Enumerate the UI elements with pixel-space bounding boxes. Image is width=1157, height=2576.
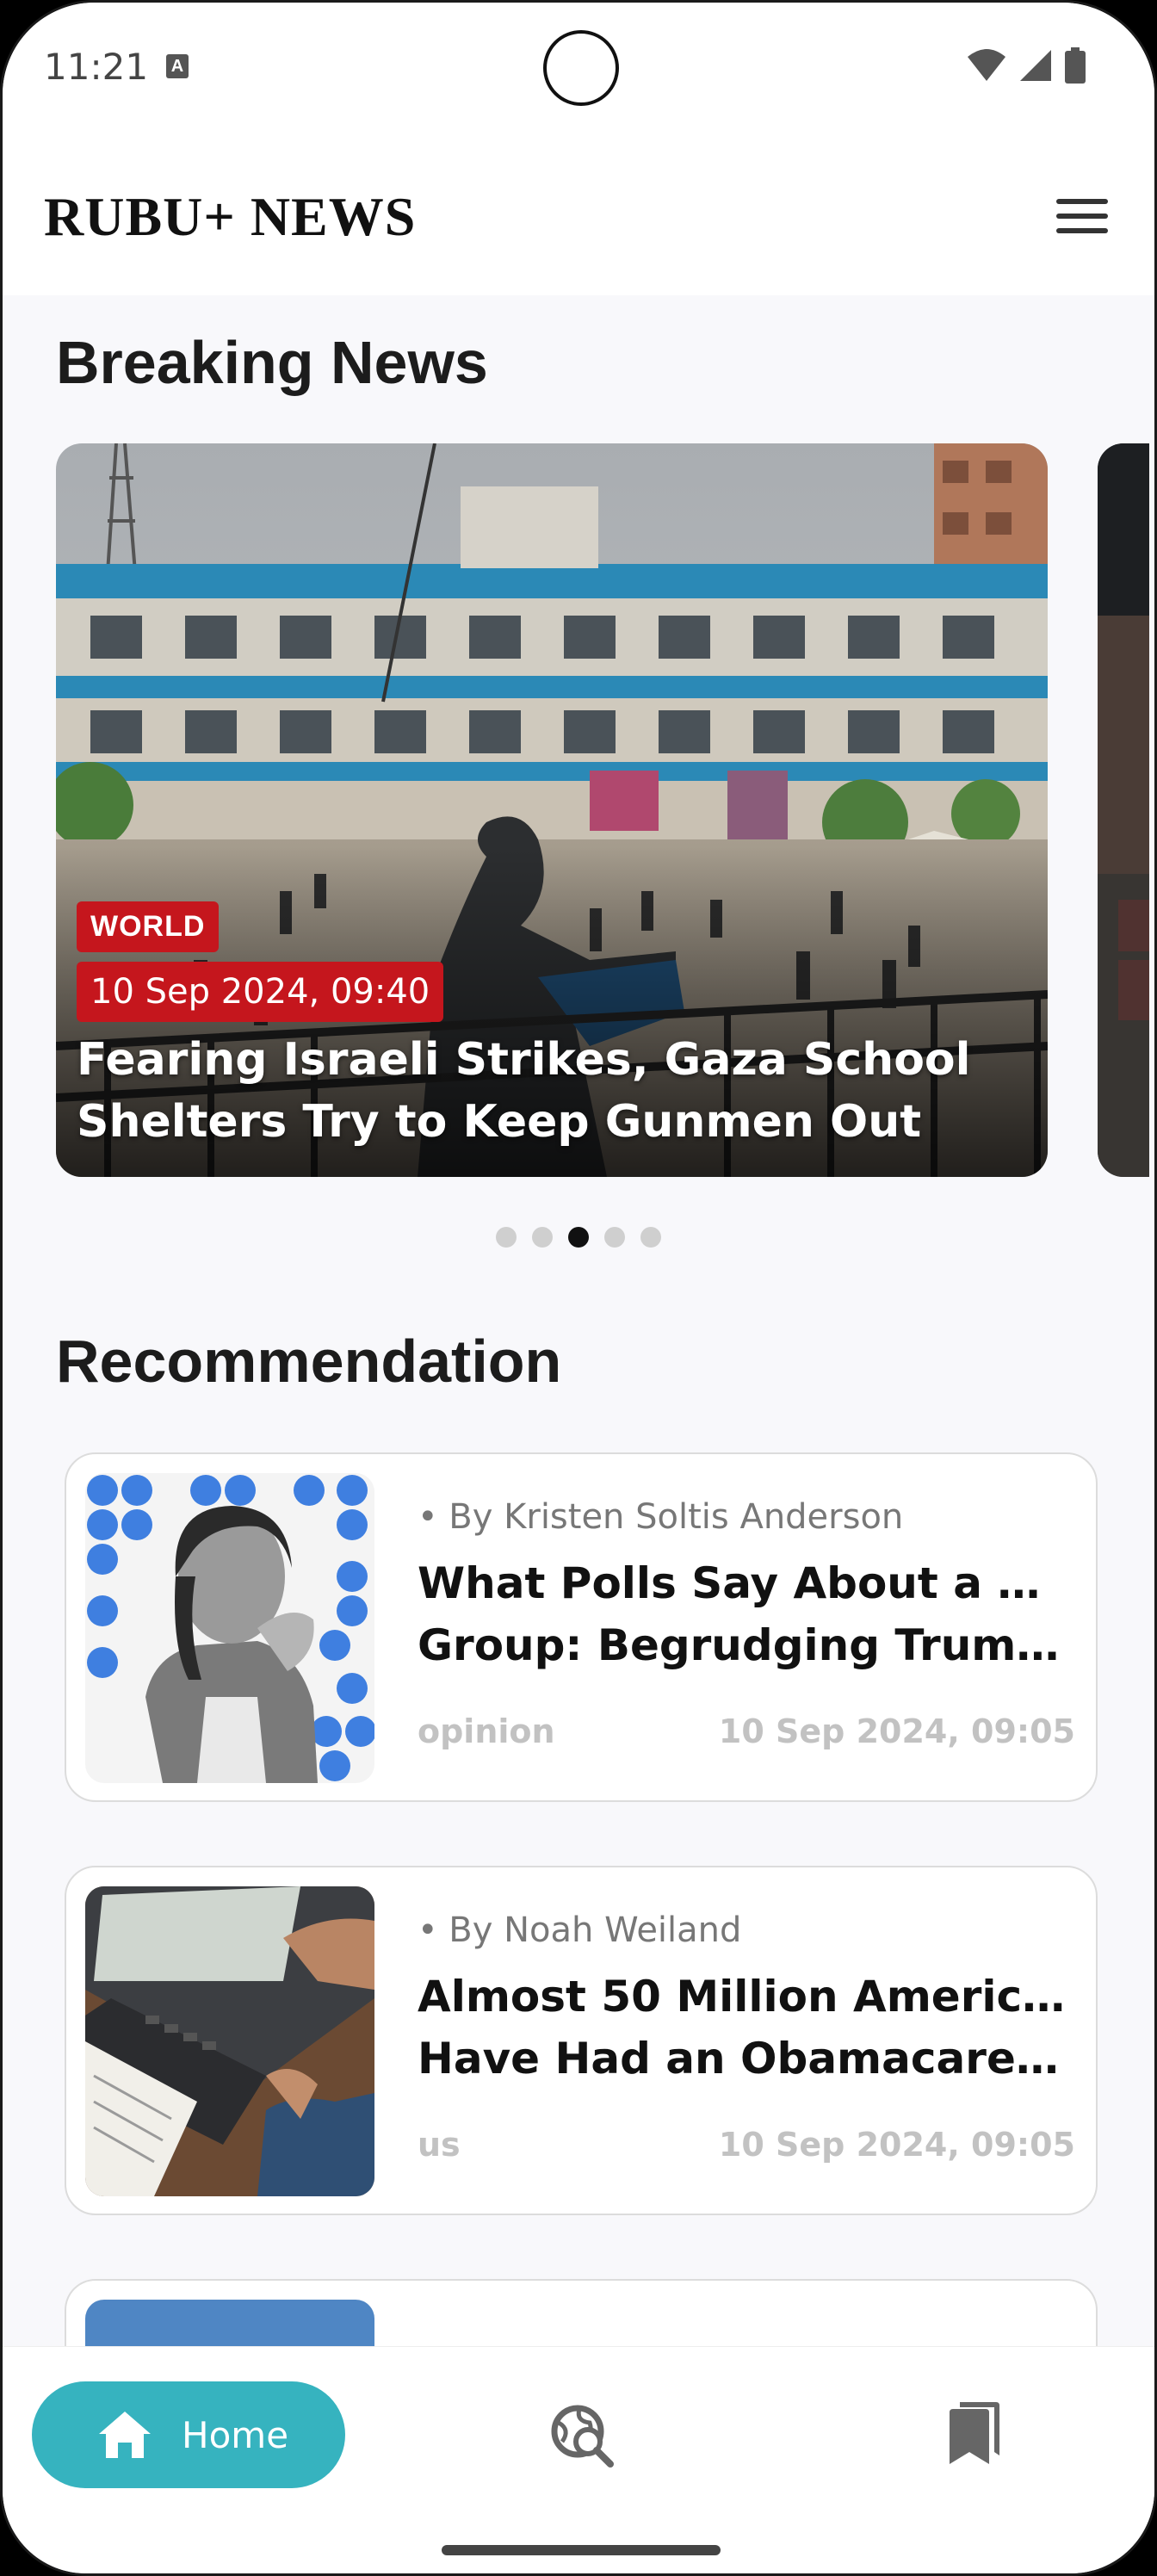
battery-icon	[1065, 47, 1086, 84]
article-thumbnail	[85, 1886, 374, 2196]
article-title: Almost 50 Million Americans Have Had an …	[418, 1966, 1072, 2090]
signal-icon	[1020, 50, 1051, 81]
article-thumbnail	[85, 2300, 374, 2348]
nav-explore-button[interactable]	[550, 2404, 616, 2474]
menu-icon-bar	[1056, 214, 1108, 219]
headline-line: Fearing Israeli Strikes, Gaza School	[77, 1034, 971, 1086]
menu-button[interactable]	[1055, 194, 1110, 238]
phone-screen: 11:21 A RUBU+ NEWS Breaking News WORLD 1…	[0, 0, 1157, 2576]
status-bar: 11:21 A	[3, 3, 1154, 132]
carousel-dot-active[interactable]	[568, 1227, 589, 1248]
next-breaking-card-peek[interactable]	[1098, 443, 1149, 1177]
carousel-dot[interactable]	[532, 1227, 553, 1248]
nav-home-label: Home	[182, 2413, 289, 2456]
wifi-icon	[968, 49, 1005, 81]
notification-icon: A	[166, 54, 189, 78]
peek-image-part	[1098, 874, 1149, 1177]
article-title-line: Almost 50 Million Americans	[418, 1972, 1072, 2022]
recommendation-card[interactable]: • By Noah Weiland Almost 50 Million Amer…	[65, 1866, 1098, 2215]
bottom-navigation: Home	[3, 2346, 1154, 2573]
article-title-line: What Polls Say About a Key	[418, 1558, 1072, 1608]
bookmarks-icon	[950, 2402, 999, 2464]
category-badge: WORLD	[77, 901, 220, 952]
menu-icon-bar	[1056, 228, 1108, 233]
article-title-line: Group: Begrudging Trump Voters	[418, 1620, 1072, 1670]
breaking-news-card[interactable]: WORLD 10 Sep 2024, 09:40 Fearing Israeli…	[56, 443, 1048, 1177]
home-icon	[99, 2412, 151, 2458]
app-logo: RUBU+ NEWS	[44, 186, 417, 247]
article-date: 10 Sep 2024, 09:05	[718, 2126, 1075, 2164]
article-thumbnail	[85, 1473, 374, 1783]
article-title: What Polls Say About a Key Group: Begrud…	[418, 1552, 1072, 1676]
carousel-indicator	[3, 1227, 1154, 1248]
article-author: • By Kristen Soltis Anderson	[418, 1497, 904, 1537]
nav-bookmarks-button[interactable]	[946, 2400, 1001, 2470]
headline-line: Shelters Try to Keep Gunmen Out	[77, 1096, 922, 1148]
app-header: RUBU+ NEWS	[3, 132, 1154, 295]
carousel-dot[interactable]	[640, 1227, 661, 1248]
camera-cutout	[543, 30, 619, 106]
article-title-line: Have Had an Obamacare Plan	[418, 2034, 1072, 2084]
carousel-dot[interactable]	[604, 1227, 625, 1248]
status-time: 11:21	[44, 46, 149, 88]
recommendation-title: Recommendation	[56, 1328, 562, 1395]
peek-image-part	[1098, 443, 1149, 616]
gesture-bar[interactable]	[442, 2545, 721, 2555]
status-icons	[967, 47, 1086, 84]
recommendation-card[interactable]: • By Kristen Soltis Anderson What Polls …	[65, 1452, 1098, 1802]
article-category: opinion	[418, 1712, 555, 1750]
search-news-icon	[551, 2405, 614, 2468]
carousel-dot[interactable]	[496, 1227, 517, 1248]
recommendation-card-partial[interactable]	[65, 2279, 1098, 2348]
article-category: us	[418, 2126, 461, 2164]
article-date: 10 Sep 2024, 09:05	[718, 1712, 1075, 1750]
breaking-headline: Fearing Israeli Strikes, Gaza School She…	[77, 1029, 989, 1153]
article-author: • By Noah Weiland	[418, 1910, 742, 1950]
menu-icon-bar	[1056, 199, 1108, 204]
breaking-news-title: Breaking News	[56, 329, 488, 396]
peek-image-part	[1098, 616, 1149, 874]
nav-home-button[interactable]: Home	[32, 2381, 345, 2488]
date-badge: 10 Sep 2024, 09:40	[77, 962, 444, 1022]
